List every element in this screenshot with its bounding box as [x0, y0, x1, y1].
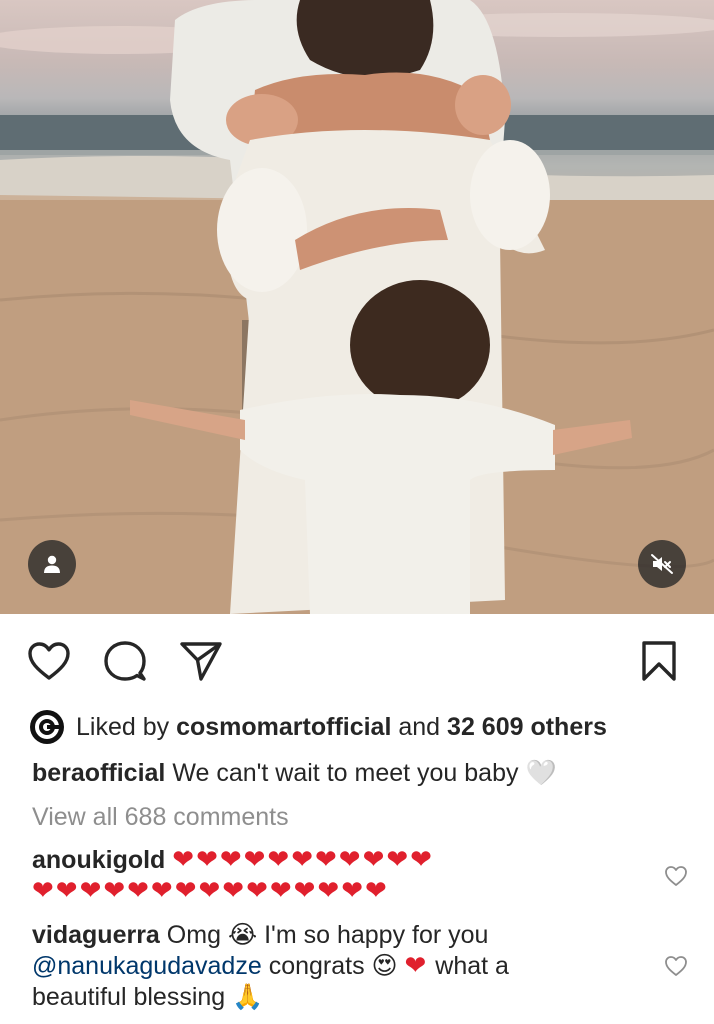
red-hearts-emoji: ❤❤❤❤❤❤❤❤❤❤❤❤❤❤❤	[32, 876, 389, 906]
paper-plane-icon	[180, 642, 222, 681]
comment-text: beautiful blessing	[32, 983, 226, 1011]
share-button[interactable]	[176, 636, 226, 686]
view-all-comments-link[interactable]: View all 688 comments	[32, 802, 289, 832]
heart-outline-icon	[28, 642, 70, 680]
comment-text: I'm so happy for you	[264, 921, 489, 949]
save-button[interactable]	[634, 636, 684, 686]
comment-like-button[interactable]	[662, 952, 690, 980]
like-button[interactable]	[24, 636, 74, 686]
comment-vidaguerra-line2: @nanukagudavadze congrats 😍 ❤ what a	[32, 951, 509, 981]
tagged-people-button[interactable]	[28, 540, 76, 588]
comment-username[interactable]: vidaguerra	[32, 921, 160, 949]
comment-vidaguerra-line1: vidaguerra Omg 😭 I'm so happy for you	[32, 920, 488, 950]
comment-text: congrats	[268, 952, 365, 980]
comment-anoukigold-line1: anoukigold ❤❤❤❤❤❤❤❤❤❤❤	[32, 845, 434, 875]
person-icon	[44, 555, 60, 573]
caption-text: We can't wait to meet you baby	[172, 759, 519, 787]
likes-joiner: and	[398, 713, 441, 741]
white-heart-emoji: 🤍	[525, 758, 557, 787]
speaker-muted-icon	[651, 554, 673, 574]
praying-hands-emoji: 🙏	[232, 982, 264, 1011]
comment-text: Omg	[166, 921, 221, 949]
post-action-bar	[0, 636, 714, 686]
heart-outline-icon	[665, 956, 687, 976]
speech-bubble-icon	[104, 641, 146, 681]
crying-face-emoji: 😭	[227, 920, 258, 949]
caption-username[interactable]: beraofficial	[32, 759, 165, 787]
heart-eyes-emoji: 😍	[371, 951, 398, 980]
comment-username[interactable]: anoukigold	[32, 846, 165, 874]
mention-link[interactable]: @nanukagudavadze	[32, 952, 262, 980]
comment-vidaguerra-line3: beautiful blessing 🙏	[32, 982, 263, 1012]
heart-outline-icon	[665, 866, 687, 886]
comment-button[interactable]	[100, 636, 150, 686]
comment-like-button[interactable]	[662, 862, 690, 890]
liker-avatar[interactable]	[30, 710, 64, 744]
red-hearts-emoji: ❤❤❤❤❤❤❤❤❤❤❤	[172, 845, 434, 875]
mute-toggle-button[interactable]	[638, 540, 686, 588]
likes-prefix: Liked by	[76, 713, 170, 741]
comment-anoukigold-line2: ❤❤❤❤❤❤❤❤❤❤❤❤❤❤❤	[32, 876, 389, 906]
bookmark-icon	[642, 641, 676, 681]
likes-summary[interactable]: Liked by cosmomartofficial and 32 609 ot…	[30, 710, 607, 744]
caption: beraofficial We can't wait to meet you b…	[32, 758, 557, 788]
red-heart-emoji: ❤	[404, 951, 429, 981]
likes-others-count[interactable]: 32 609 others	[447, 712, 607, 742]
liker-logo-icon	[31, 711, 63, 743]
liker-username[interactable]: cosmomartofficial	[176, 712, 391, 742]
post-photo	[0, 0, 714, 614]
comment-text: what a	[435, 952, 509, 980]
post-media[interactable]	[0, 0, 714, 614]
